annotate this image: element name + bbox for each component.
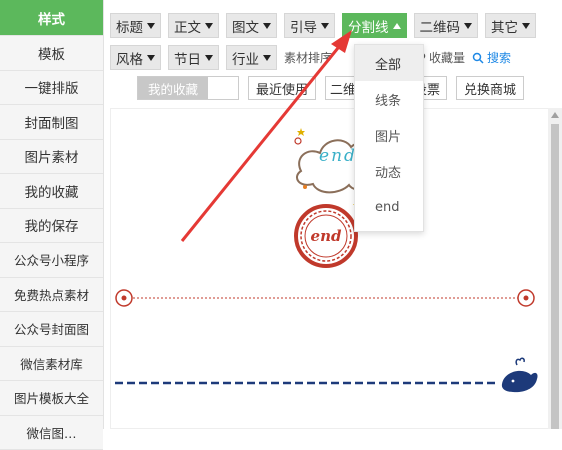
annotation-arrow bbox=[0, 0, 562, 429]
